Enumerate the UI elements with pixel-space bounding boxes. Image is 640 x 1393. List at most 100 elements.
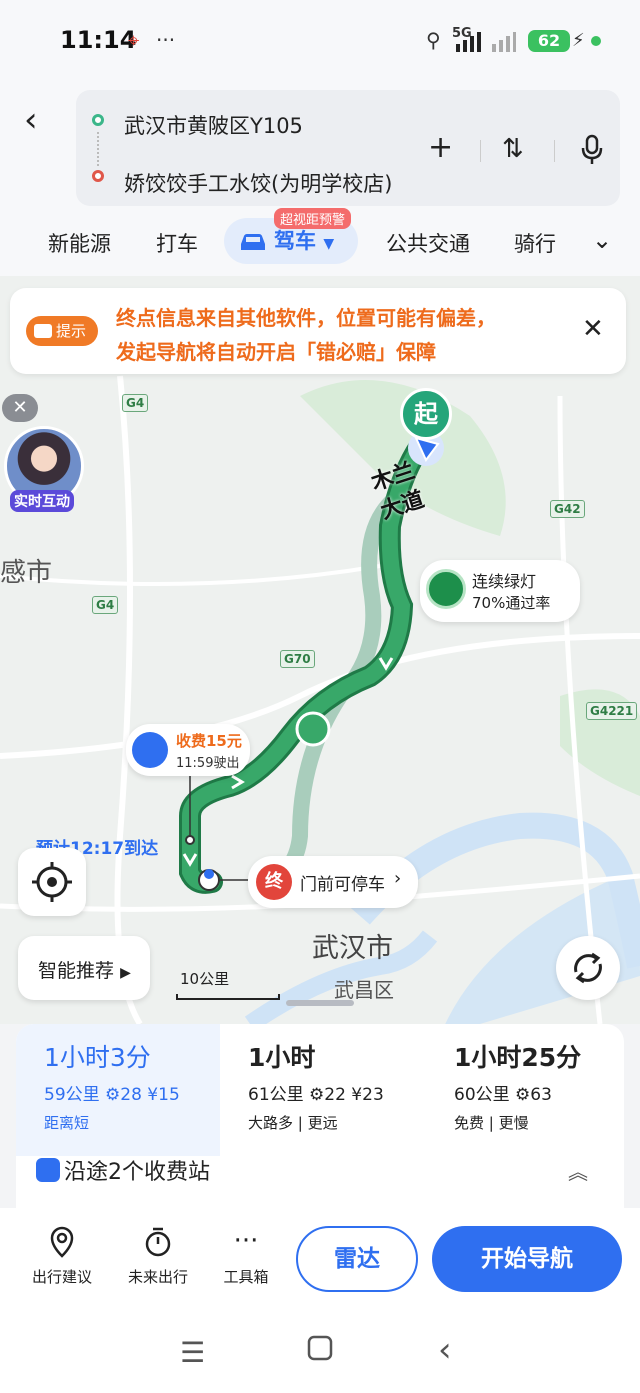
signal-icon xyxy=(456,32,516,52)
more-icon: ··· xyxy=(233,1226,259,1256)
toll-station-icon xyxy=(132,732,168,768)
plan-duration: 1小时3分 xyxy=(44,1043,151,1072)
future-trip-button[interactable]: 未来出行 xyxy=(118,1226,198,1287)
plan-meta: 60公里 ⚙63 xyxy=(454,1085,552,1105)
toll-stations-row[interactable]: 沿途2个收费站 ︽ xyxy=(36,1154,616,1198)
transport-mode-tabs: 新能源 打车 驾车 ▼ 超视距预警 公共交通 骑行 ⌄ xyxy=(0,208,640,272)
green-light-rate: 70%通过率 xyxy=(472,594,551,612)
plan-tags: 距离短 xyxy=(44,1114,90,1132)
origin-dot-icon xyxy=(92,114,104,126)
route-plan-3[interactable]: 1小时25分 60公里 ⚙63 免费 | 更慢 xyxy=(436,1024,624,1156)
avatar-label: 实时互动 xyxy=(10,490,74,512)
toll-exit-time: 11:59驶出 xyxy=(176,756,240,771)
trip-advice-label: 出行建议 xyxy=(31,1268,92,1286)
destination-notice-banner: 提示 终点信息来自其他软件，位置可能有偏差， 发起导航将自动开启「错必赔」保障 … xyxy=(10,288,626,374)
status-bar: 11:14 ⌖ ··· ⚲ 5G 62 ⚡ xyxy=(0,0,640,84)
back-button[interactable]: ‹ xyxy=(24,102,60,138)
route-plan-2[interactable]: 1小时 61公里 ⚙22 ¥23 大路多 | 更远 xyxy=(228,1024,424,1156)
trip-advice-button[interactable]: 出行建议 xyxy=(22,1226,102,1287)
add-waypoint-icon[interactable]: + xyxy=(428,130,453,165)
notice-tag: 提示 xyxy=(26,316,99,346)
menu-icon[interactable]: ☰ xyxy=(180,1336,205,1369)
close-icon[interactable]: ✕ xyxy=(582,314,604,344)
tab-drive-label: 驾车 xyxy=(274,229,316,253)
drag-handle[interactable] xyxy=(286,1000,354,1006)
plan-tags: 免费 | 更慢 xyxy=(454,1114,529,1132)
destination-field[interactable]: 娇饺饺手工水饺(为明学校店) xyxy=(124,168,392,198)
bottom-action-bar: 出行建议 未来出行 ··· 工具箱 雷达 开始导航 xyxy=(0,1208,640,1318)
plan-meta: 61公里 ⚙22 ¥23 xyxy=(248,1085,384,1105)
more-dots: ··· xyxy=(156,28,176,52)
home-icon[interactable] xyxy=(306,1334,334,1369)
scale-label: 10公里 xyxy=(180,970,230,988)
location-icon: ⚲ xyxy=(426,28,441,52)
message-icon xyxy=(34,324,52,338)
road-shield: G42 xyxy=(550,500,585,518)
green-light-card[interactable]: 连续绿灯 70%通过率 xyxy=(420,560,580,622)
refresh-button[interactable] xyxy=(556,936,620,1000)
crosshair-icon xyxy=(32,862,72,902)
place-label: 武昌区 xyxy=(334,978,394,1002)
map-app-icon: ⌖ xyxy=(128,28,140,52)
play-icon: ▶ xyxy=(120,965,131,981)
future-trip-label: 未来出行 xyxy=(127,1268,188,1286)
notice-line-1: 终点信息来自其他软件，位置可能有偏差， xyxy=(116,306,496,330)
start-marker[interactable]: 起 xyxy=(400,388,452,440)
tab-taxi[interactable]: 打车 xyxy=(156,228,198,258)
privacy-dot xyxy=(591,36,601,46)
avatar-close-icon[interactable]: ✕ xyxy=(2,394,38,422)
toolbox-button[interactable]: ··· 工具箱 xyxy=(206,1226,286,1287)
status-time: 11:14 xyxy=(60,26,137,54)
smart-recommend-button[interactable]: 智能推荐 ▶ xyxy=(18,936,150,1000)
tab-cycling[interactable]: 骑行 xyxy=(514,228,556,258)
plan-meta: 59公里 ⚙28 ¥15 xyxy=(44,1085,180,1105)
place-label: 感市 xyxy=(0,558,53,588)
swap-icon[interactable]: ⇅ xyxy=(502,134,524,164)
route-input-box: 武汉市黄陂区Y105 娇饺饺手工水饺(为明学校店) + ⇅ xyxy=(76,90,620,206)
over-range-warning-badge: 超视距预警 xyxy=(274,208,352,229)
timer-icon xyxy=(118,1226,198,1262)
refresh-icon xyxy=(574,952,602,984)
expand-up-icon[interactable]: ︽ xyxy=(568,1156,588,1185)
place-label: 武汉市 xyxy=(312,933,393,964)
system-navigation-bar: ☰ ‹ xyxy=(0,1318,640,1393)
destination-parking-text: 门前可停车 xyxy=(300,875,385,895)
battery-indicator: 62 xyxy=(528,30,570,52)
plan-duration: 1小时 xyxy=(248,1043,316,1072)
tab-drive-caret-icon: ▼ xyxy=(323,236,335,252)
destination-dot-icon xyxy=(92,170,104,182)
road-shield: G4 xyxy=(122,394,149,412)
map-base xyxy=(0,375,640,1024)
notice-line-2: 发起导航将自动开启「错必赔」保障 xyxy=(116,340,436,364)
plan-tags: 大路多 | 更远 xyxy=(248,1114,338,1132)
road-shield: G4221 xyxy=(586,702,638,720)
destination-card[interactable]: 终 门前可停车 › xyxy=(248,856,418,908)
microphone-icon[interactable] xyxy=(580,134,604,166)
green-light-title: 连续绿灯 xyxy=(472,572,537,591)
car-icon xyxy=(241,234,265,250)
end-marker: 终 xyxy=(256,864,292,900)
back-nav-icon[interactable]: ‹ xyxy=(438,1330,452,1370)
toolbox-label: 工具箱 xyxy=(223,1268,269,1286)
road-shield: G4 xyxy=(92,596,119,614)
scale-bar xyxy=(176,994,280,1000)
radar-button[interactable]: 雷达 xyxy=(296,1226,418,1292)
charging-icon: ⚡ xyxy=(572,30,585,51)
plan-duration: 1小时25分 xyxy=(454,1043,582,1072)
road-shield: G70 xyxy=(280,650,315,668)
start-navigation-button[interactable]: 开始导航 xyxy=(432,1226,622,1292)
route-header: ‹ 武汉市黄陂区Y105 娇饺饺手工水饺(为明学校店) + ⇅ 新能源 打车 驾… xyxy=(0,84,640,276)
chevron-right-icon: › xyxy=(394,868,402,889)
tab-new-energy[interactable]: 新能源 xyxy=(48,228,111,258)
toll-stations-text: 沿途2个收费站 xyxy=(64,1160,210,1185)
route-plans-panel: 1小时3分 59公里 ⚙28 ¥15 距离短 1小时 61公里 ⚙22 ¥23 … xyxy=(16,1024,624,1210)
route-plan-1[interactable]: 1小时3分 59公里 ⚙28 ¥15 距离短 xyxy=(16,1024,220,1156)
toll-fee: 收费15元 xyxy=(176,732,242,750)
more-modes-chevron-icon[interactable]: ⌄ xyxy=(592,226,612,254)
map-view[interactable]: 提示 终点信息来自其他软件，位置可能有偏差， 发起导航将自动开启「错必赔」保障 … xyxy=(0,276,640,1024)
toll-card[interactable]: 收费15元 11:59驶出 xyxy=(126,724,250,776)
origin-field[interactable]: 武汉市黄陂区Y105 xyxy=(124,110,303,140)
toll-station-icon xyxy=(36,1158,60,1182)
tab-public-transport[interactable]: 公共交通 xyxy=(386,228,470,258)
locate-button[interactable] xyxy=(18,848,86,916)
